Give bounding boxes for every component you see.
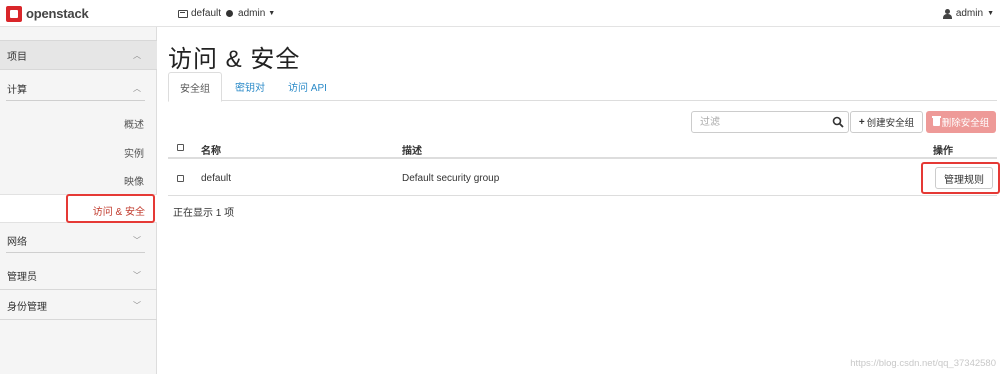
search-icon[interactable]: [832, 116, 844, 128]
project-switcher[interactable]: default admin ▼: [178, 8, 275, 19]
openstack-logo[interactable]: openstack: [6, 5, 89, 22]
row-name: default: [201, 173, 232, 184]
project-domain: default: [191, 8, 222, 19]
annotation-highlight-box: [921, 162, 1000, 194]
plus-icon: +: [858, 116, 865, 128]
tab-key-pairs[interactable]: 密钥对: [224, 72, 276, 101]
user-icon: [942, 8, 952, 19]
delete-button-label: 删除安全组: [941, 118, 990, 129]
create-button-label: 创建安全组: [866, 118, 915, 129]
sidebar-divider: [0, 319, 157, 320]
column-header-actions: 操作: [933, 146, 953, 157]
watermark: https://blog.csdn.net/qq_37342580: [850, 358, 996, 369]
sidebar-item-identity[interactable]: 身份管理 ﹀: [0, 292, 157, 318]
sidebar-divider: [0, 289, 157, 290]
top-bar: openstack default admin ▼ admin ▼: [0, 0, 1000, 27]
column-header-name[interactable]: 名称: [201, 142, 221, 157]
create-security-group-button[interactable]: + 创建安全组: [850, 111, 923, 133]
chevron-down-icon: ﹀: [133, 235, 141, 245]
row-description: Default security group: [402, 173, 500, 184]
tab-security-groups[interactable]: 安全组: [168, 72, 222, 102]
logo-text: openstack: [26, 6, 89, 21]
filter-input[interactable]: [692, 112, 828, 132]
sidebar-item-label: 身份管理: [7, 301, 47, 313]
tab-bar: 安全组 密钥对 访问 API: [168, 72, 997, 102]
sidebar-item-compute[interactable]: 计算 ︿: [0, 75, 157, 101]
sidebar: 项目 ︿ 计算 ︿ 概述 实例 映像 访问 & 安全 网络 ﹀ 管理员 ﹀ 身份…: [0, 27, 157, 374]
chevron-down-icon: ▼: [268, 10, 276, 17]
delete-security-group-button[interactable]: 删除安全组: [926, 111, 996, 133]
sidebar-item-admin[interactable]: 管理员 ﹀: [0, 262, 157, 288]
filter-box: [691, 111, 849, 133]
chevron-up-icon: ︿: [133, 50, 141, 60]
sidebar-item-images[interactable]: 映像: [124, 173, 144, 188]
trash-icon: [931, 116, 941, 126]
page-title: 访问 & 安全: [168, 46, 301, 73]
sidebar-item-instances[interactable]: 实例: [124, 145, 144, 160]
sidebar-item-network[interactable]: 网络 ﹀: [0, 227, 157, 253]
openstack-logo-icon: [6, 5, 22, 22]
table-header: 名称 描述 操作: [168, 137, 997, 159]
row-checkbox[interactable]: [177, 175, 184, 182]
sidebar-item-label: 网络: [7, 236, 27, 248]
row-count-text: 正在显示 1 项: [173, 208, 235, 219]
column-header-description[interactable]: 描述: [402, 142, 422, 157]
select-all-checkbox[interactable]: [177, 144, 184, 151]
tab-api-access[interactable]: 访问 API: [277, 72, 338, 101]
sidebar-item-label: 项目: [7, 51, 27, 63]
chevron-down-icon: ▼: [987, 10, 994, 17]
project-icon: [178, 9, 188, 18]
sidebar-item-label: 计算: [7, 84, 27, 96]
table-row: default Default security group 管理规则: [168, 161, 1000, 196]
project-dot-icon: [226, 10, 234, 17]
chevron-up-icon: ︿: [133, 83, 141, 93]
sidebar-item-project[interactable]: 项目 ︿: [0, 40, 157, 70]
sidebar-item-overview[interactable]: 概述: [124, 116, 144, 131]
chevron-down-icon: ﹀: [133, 300, 141, 310]
annotation-highlight-box: [66, 194, 155, 223]
sidebar-item-label: 管理员: [7, 271, 37, 283]
chevron-down-icon: ﹀: [133, 270, 141, 280]
user-menu[interactable]: admin ▼: [942, 8, 994, 19]
user-name: admin: [955, 8, 984, 19]
project-name: admin: [238, 8, 266, 19]
